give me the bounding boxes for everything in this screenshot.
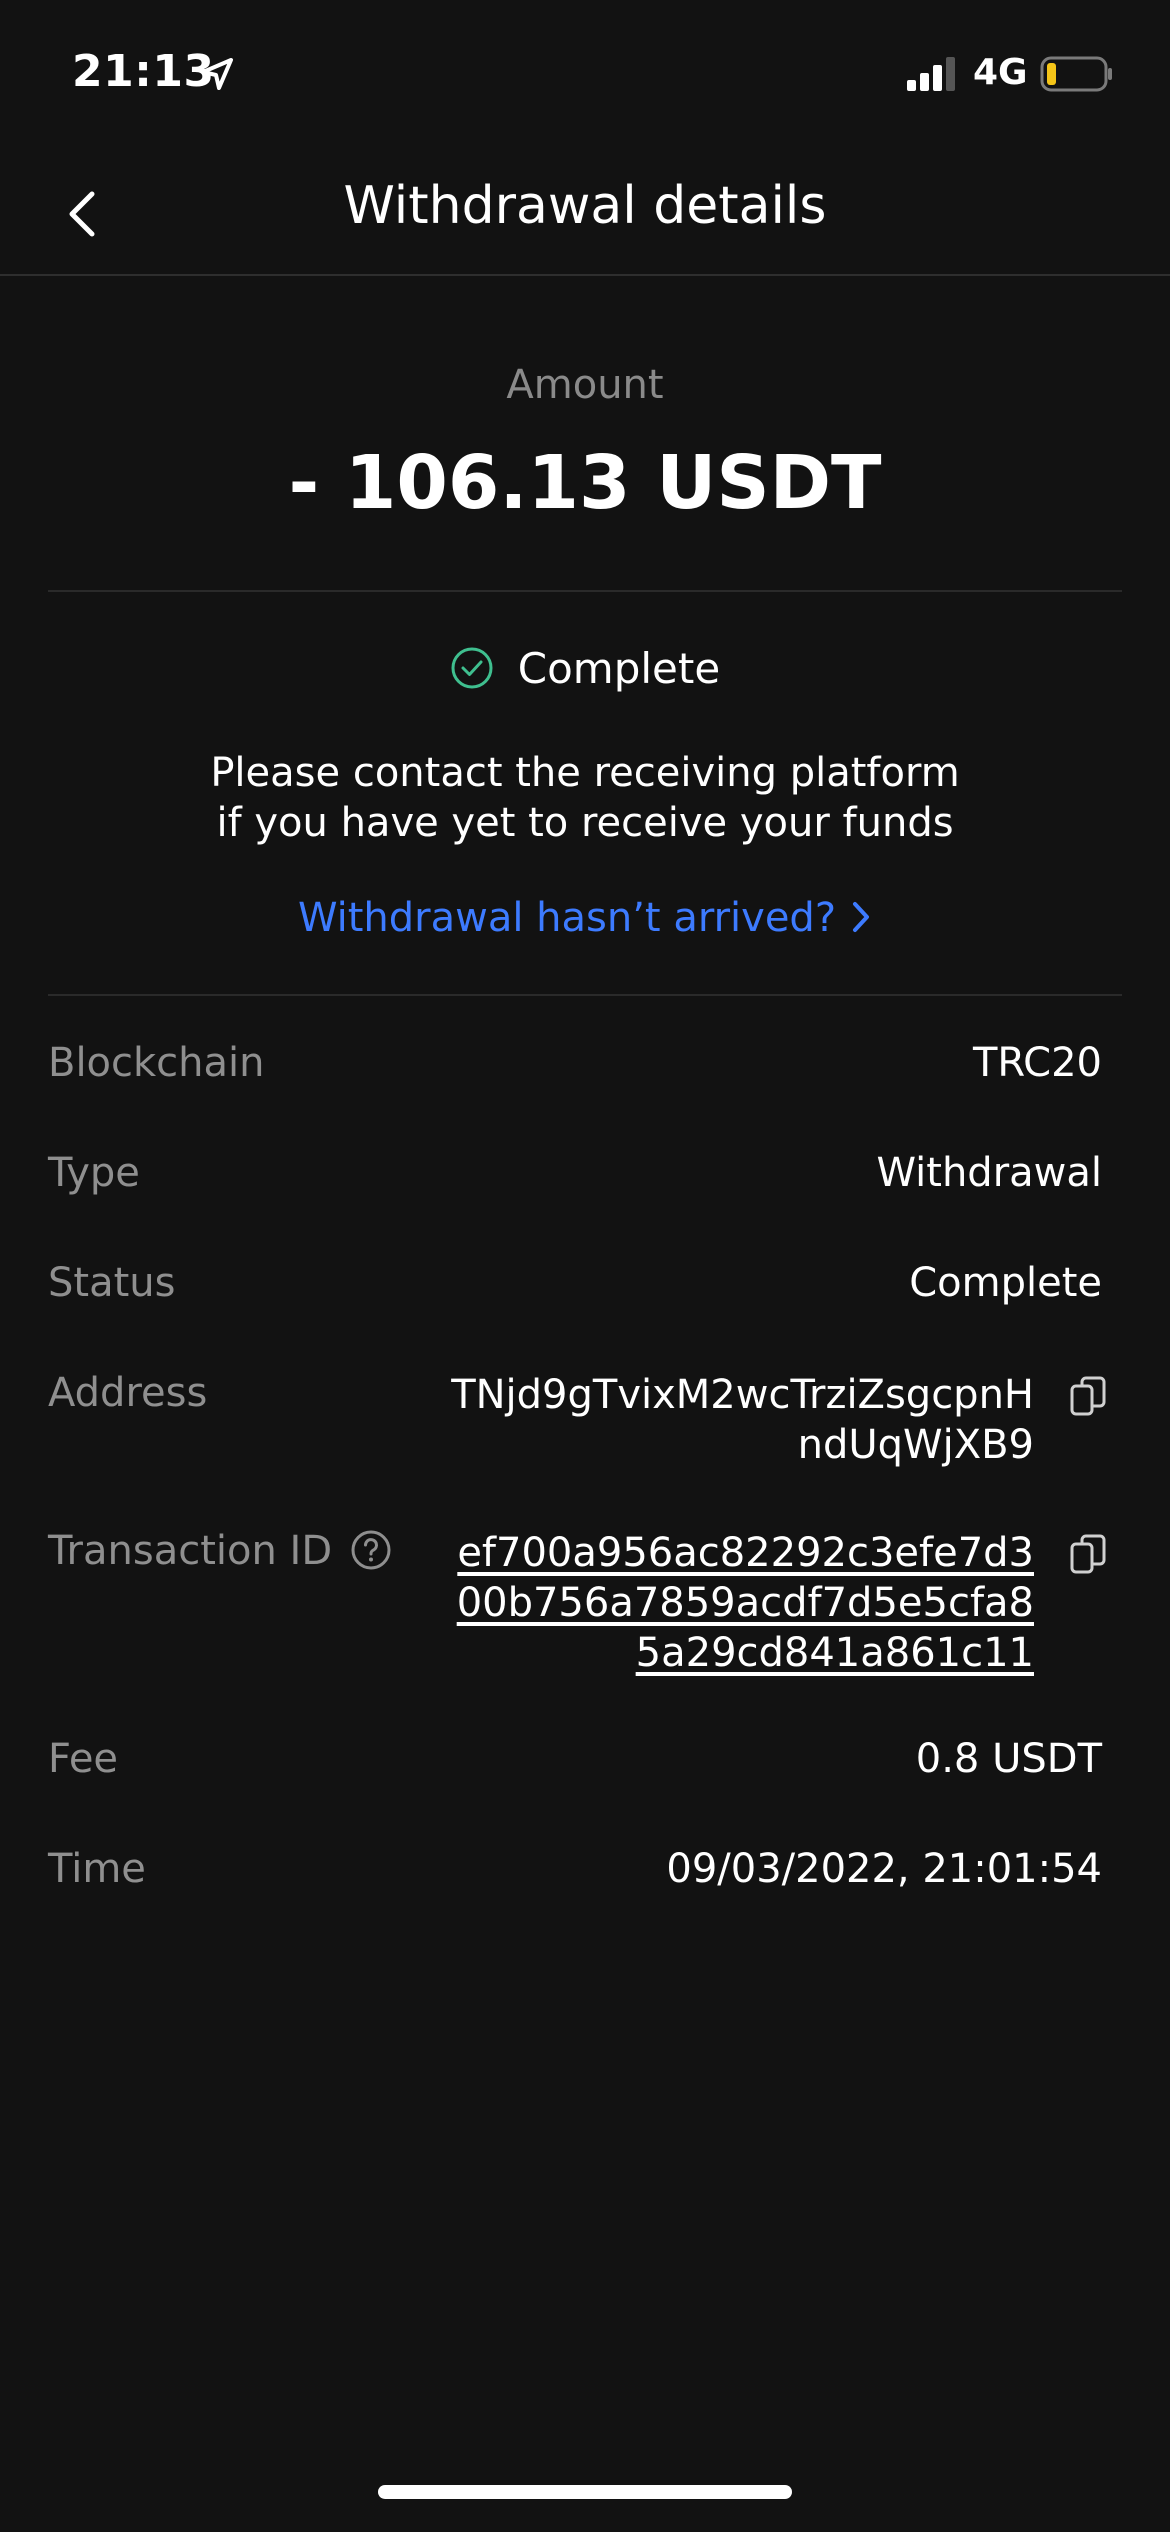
type-value: Withdrawal [876, 1150, 1102, 1196]
transaction-id-line-3: 5a29cd841a861c11 [635, 1630, 1034, 1676]
address-label: Address [48, 1370, 208, 1416]
status-row: Complete [0, 644, 1170, 694]
blockchain-value: TRC20 [972, 1040, 1102, 1086]
blockchain-label: Blockchain [48, 1040, 265, 1086]
time-value: 09/03/2022, 21:01:54 [666, 1846, 1102, 1892]
notice-line-2: if you have yet to receive your funds [216, 800, 954, 846]
divider [48, 994, 1122, 996]
divider [48, 590, 1122, 592]
type-label: Type [48, 1150, 140, 1196]
check-circle-icon [451, 647, 493, 688]
address-line-1: TNjd9gTvixM2wcTrziZsgcpnH [451, 1372, 1034, 1418]
withdrawal-not-arrived-label: Withdrawal hasn’t arrived? [297, 895, 837, 941]
address-line-2: ndUqWjXB9 [797, 1422, 1034, 1468]
address-value: TNjd9gTvixM2wcTrziZsgcpnH ndUqWjXB9 [451, 1370, 1034, 1470]
transaction-id-line-1: ef700a956ac82292c3efe7d3 [457, 1530, 1034, 1576]
status-bar: 21:13 4G [0, 0, 1170, 150]
status-detail-label: Status [48, 1260, 176, 1306]
status-label: Complete [517, 644, 721, 693]
copy-transaction-id-icon[interactable] [1068, 1532, 1108, 1576]
network-type: 4G [973, 52, 1028, 93]
transaction-id-line-2: 00b756a7859acdf7d5e5cfa8 [456, 1580, 1034, 1626]
notice-text: Please contact the receiving platform if… [0, 748, 1170, 848]
navigation-bar: Withdrawal details [0, 150, 1170, 276]
time-label: Time [48, 1846, 146, 1892]
home-indicator[interactable] [378, 2485, 792, 2499]
status-time: 21:13 [72, 46, 215, 97]
notice-line-1: Please contact the receiving platform [210, 750, 960, 796]
chevron-right-icon [853, 902, 870, 932]
transaction-id-label-text: Transaction ID [48, 1528, 333, 1574]
location-arrow-icon [201, 58, 233, 90]
fee-value: 0.8 USDT [915, 1736, 1102, 1782]
transaction-id-label: Transaction ID [48, 1528, 392, 1574]
withdrawal-not-arrived-link[interactable]: Withdrawal hasn’t arrived? [0, 895, 1170, 941]
amount-value: - 106.13 USDT [288, 440, 882, 526]
battery-icon [1040, 56, 1112, 92]
copy-address-icon[interactable] [1068, 1374, 1108, 1418]
fee-label: Fee [48, 1736, 119, 1782]
transaction-id-value[interactable]: ef700a956ac82292c3efe7d3 00b756a7859acdf… [457, 1528, 1034, 1678]
cellular-signal-icon [907, 57, 955, 91]
page-title: Withdrawal details [343, 176, 827, 236]
status-detail-value: Complete [909, 1260, 1102, 1306]
amount-label: Amount [506, 362, 664, 408]
screen: 21:13 4G Withdrawal details Amount - 106… [0, 0, 1170, 2532]
question-circle-icon[interactable] [350, 1529, 392, 1571]
